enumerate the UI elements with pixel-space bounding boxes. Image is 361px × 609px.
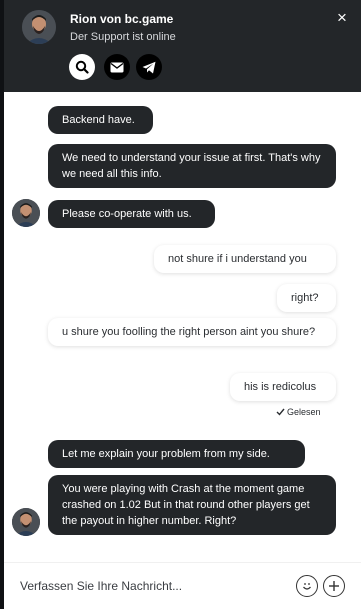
agent-avatar-small — [12, 508, 40, 536]
agent-status: Der Support ist online — [70, 31, 176, 43]
telegram-icon[interactable] — [136, 54, 162, 80]
user-message: not shure if i understand you — [154, 245, 336, 273]
agent-avatar-small — [12, 199, 40, 227]
mail-icon[interactable] — [104, 54, 130, 80]
agent-message: Please co-operate with us. — [48, 200, 215, 228]
agent-name: Rion von bc.game — [70, 12, 174, 26]
close-icon[interactable]: × — [334, 9, 350, 26]
message-list: Backend have. We need to understand your… — [4, 92, 361, 609]
read-receipt: Gelesen — [276, 407, 321, 417]
agent-message: We need to understand your issue at firs… — [48, 144, 336, 188]
agent-message: You were playing with Crash at the momen… — [48, 475, 336, 535]
emoji-icon[interactable] — [296, 575, 318, 597]
user-message: u shure you foolling the right person ai… — [48, 318, 336, 346]
agent-message: Let me explain your problem from my side… — [48, 440, 305, 468]
user-message: right? — [277, 284, 336, 312]
agent-message: Backend have. — [48, 106, 153, 134]
agent-avatar — [22, 10, 56, 44]
chat-header: Rion von bc.game Der Support ist online … — [4, 0, 361, 92]
support-chat-widget: Rion von bc.game Der Support ist online … — [4, 0, 361, 609]
message-composer — [4, 562, 361, 609]
read-status-label: Gelesen — [287, 407, 321, 417]
user-message: his is redicolus — [230, 373, 336, 401]
search-icon[interactable] — [69, 54, 95, 80]
message-input[interactable] — [20, 573, 280, 599]
checkmark-icon — [276, 408, 285, 416]
add-attachment-icon[interactable] — [323, 575, 345, 597]
